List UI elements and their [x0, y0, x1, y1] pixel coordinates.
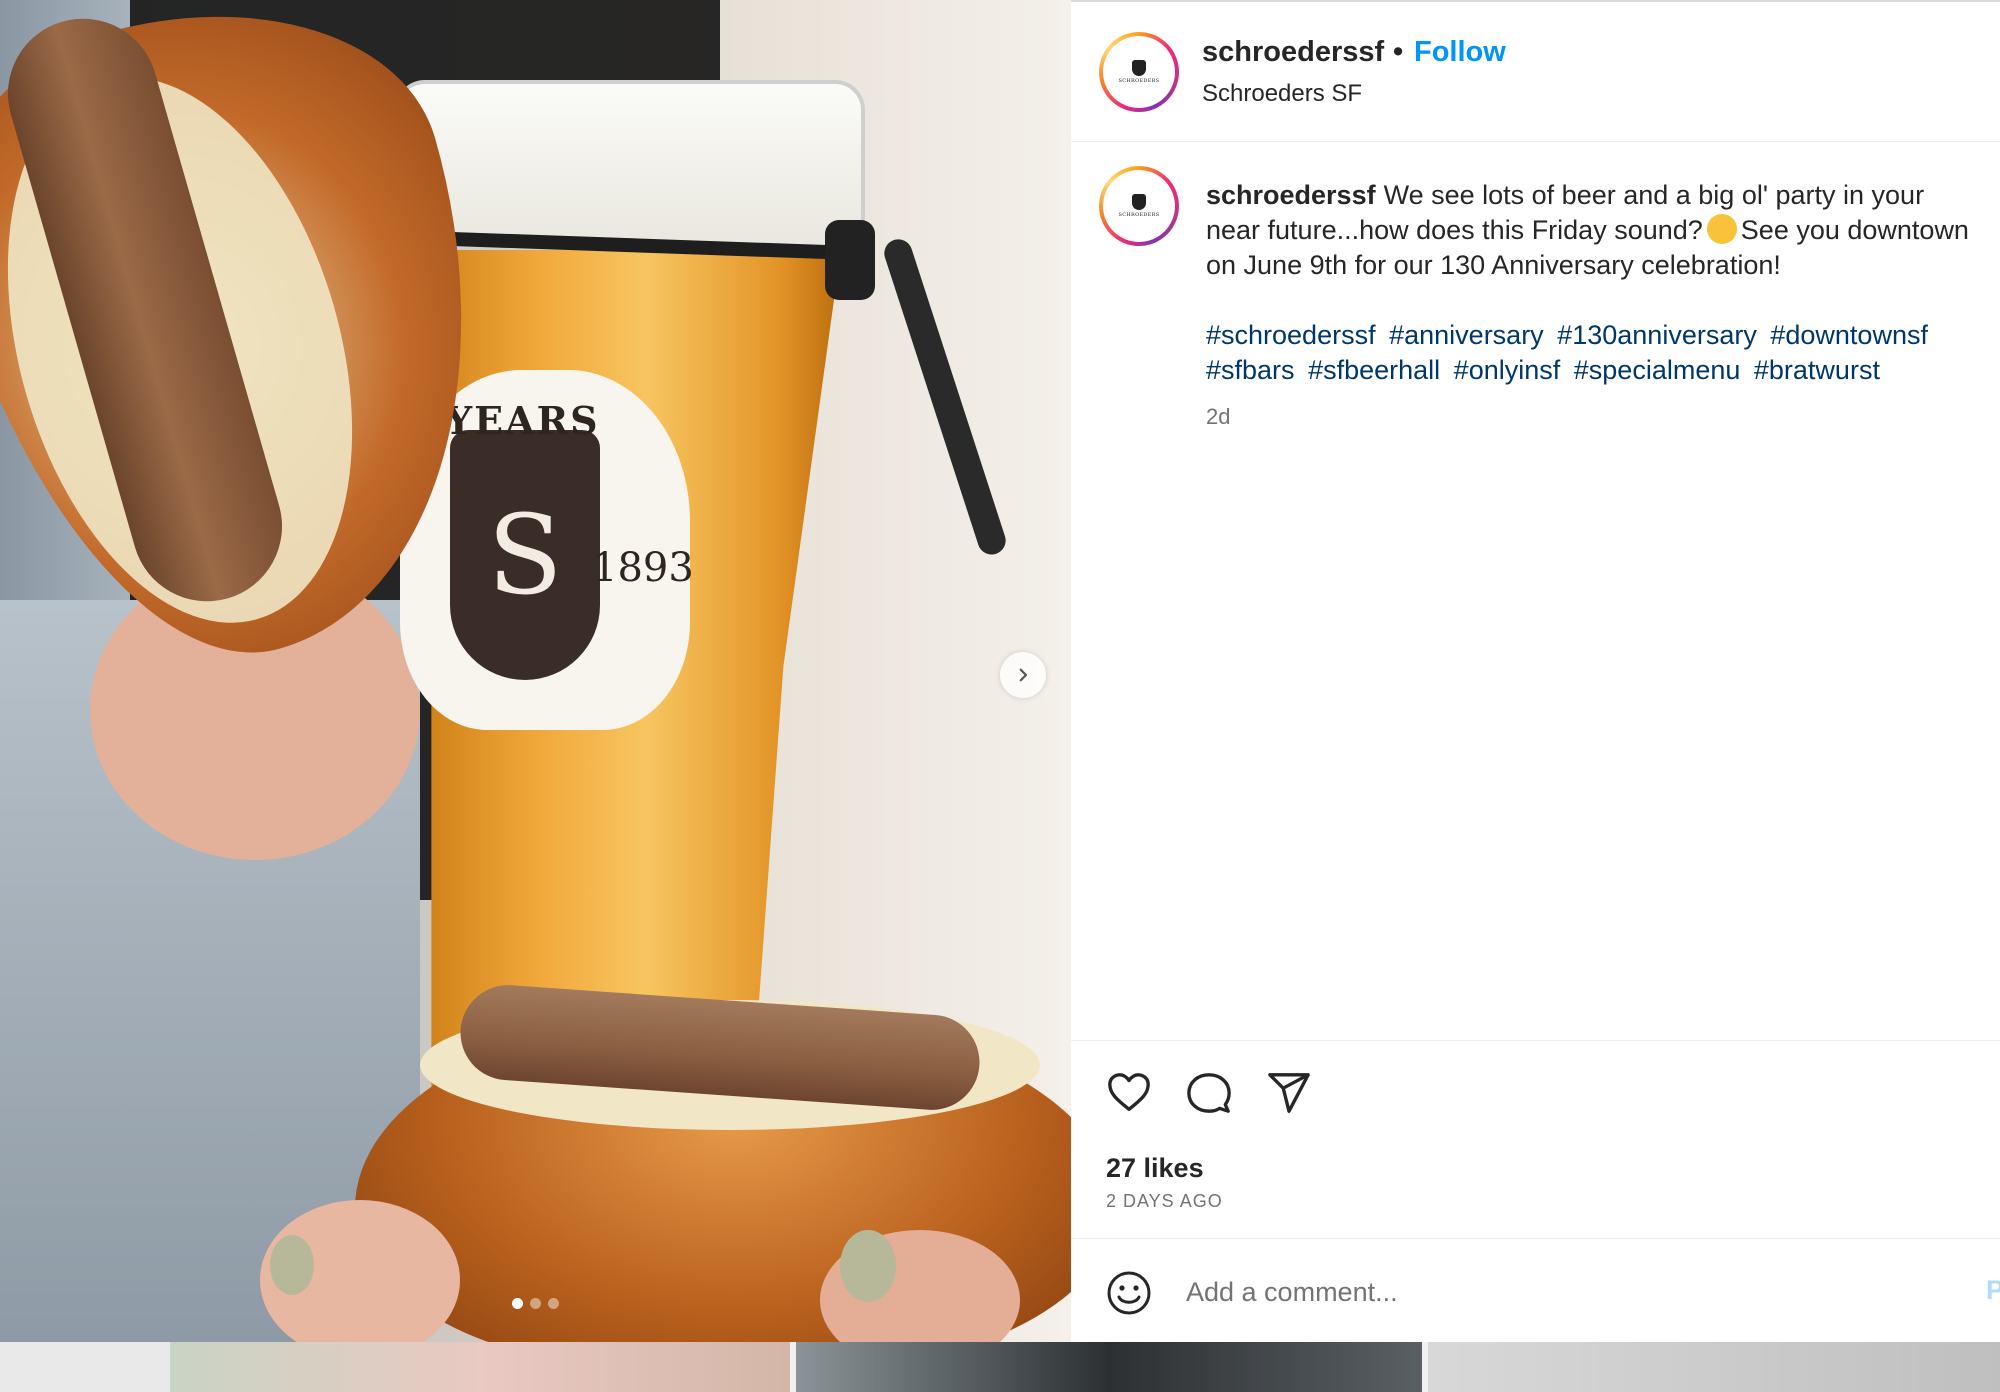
comment-button[interactable]	[1183, 1067, 1235, 1119]
carousel-indicator	[0, 1298, 1071, 1309]
smirk-emoji-icon	[1706, 214, 1737, 244]
emoji-icon[interactable]	[1105, 1269, 1153, 1317]
hashtag-list: #schroederssf #anniversary #130anniversa…	[1206, 318, 1986, 388]
comment-composer: P	[1071, 1238, 2000, 1344]
account-display-name[interactable]: Schroeders SF	[1202, 80, 1362, 108]
hashtag-link[interactable]: #anniversary	[1389, 320, 1544, 350]
caption-username-link[interactable]: schroederssf	[1206, 180, 1376, 210]
related-post-thumbnail[interactable]	[0, 1342, 170, 1392]
glass-logo-year: 1893	[592, 545, 694, 591]
post-media[interactable]: S YEARS 1893	[0, 0, 1071, 1342]
related-post-thumbnail[interactable]	[170, 1342, 790, 1392]
share-button[interactable]	[1263, 1067, 1315, 1119]
hashtag-link[interactable]: #bratwurst	[1754, 355, 1880, 385]
hashtag-link[interactable]: #downtownsf	[1770, 320, 1928, 350]
hashtag-link[interactable]: #schroederssf	[1206, 320, 1376, 350]
like-button[interactable]	[1103, 1067, 1155, 1119]
chevron-right-icon	[1019, 668, 1028, 682]
caption-timestamp[interactable]: 2d	[1206, 404, 1230, 430]
hashtag-link[interactable]: #onlyinsf	[1454, 355, 1561, 385]
related-posts-strip	[0, 1342, 2000, 1392]
glass-logo-years: YEARS	[445, 398, 600, 443]
avatar[interactable]: SCHROEDERS	[1099, 32, 1179, 112]
heart-icon	[1108, 1073, 1150, 1111]
caption-text: schroederssf We see lots of beer and a bi…	[1206, 178, 1976, 283]
comment-input[interactable]	[1186, 1265, 1906, 1319]
hashtag-link[interactable]: #130anniversary	[1557, 320, 1757, 350]
comment-icon	[1187, 1073, 1231, 1113]
related-post-thumbnail[interactable]	[796, 1342, 1422, 1392]
carousel-dot	[548, 1298, 559, 1309]
hashtag-link[interactable]: #sfbeerhall	[1308, 355, 1440, 385]
avatar-wordmark: SCHROEDERS	[1118, 212, 1160, 218]
post-header: SCHROEDERS schroederssf • Follow Schroed…	[1071, 2, 2000, 142]
carousel-dot	[512, 1298, 523, 1309]
post-details-panel: SCHROEDERS schroederssf • Follow Schroed…	[1071, 0, 2000, 1342]
photo-fingernail	[840, 1230, 896, 1302]
like-count[interactable]: 27 likes	[1106, 1153, 1204, 1184]
post-date: 2 DAYS AGO	[1106, 1191, 1223, 1211]
carousel-dot	[530, 1298, 541, 1309]
hashtag-link[interactable]: #sfbars	[1206, 355, 1295, 385]
photo-fingernail	[270, 1235, 314, 1295]
post-comment-button[interactable]: P	[1986, 1275, 2000, 1306]
schroeders-logo-icon	[1132, 194, 1146, 210]
schroeders-logo-icon	[1132, 60, 1146, 76]
carousel-next-button[interactable]	[1000, 652, 1046, 698]
related-post-thumbnail[interactable]	[1428, 1342, 2000, 1392]
hashtag-link[interactable]: #specialmenu	[1574, 355, 1741, 385]
share-icon	[1268, 1073, 1310, 1113]
avatar-wordmark: SCHROEDERS	[1118, 78, 1160, 84]
post-actions: 27 likes 2 DAYS AGO	[1071, 1040, 2000, 1240]
follow-button[interactable]: Follow	[1414, 36, 1506, 69]
username-link[interactable]: schroederssf	[1202, 36, 1384, 69]
glass-logo-letter: S	[487, 491, 563, 619]
separator-dot: •	[1393, 36, 1404, 68]
avatar[interactable]: SCHROEDERS	[1099, 166, 1179, 246]
